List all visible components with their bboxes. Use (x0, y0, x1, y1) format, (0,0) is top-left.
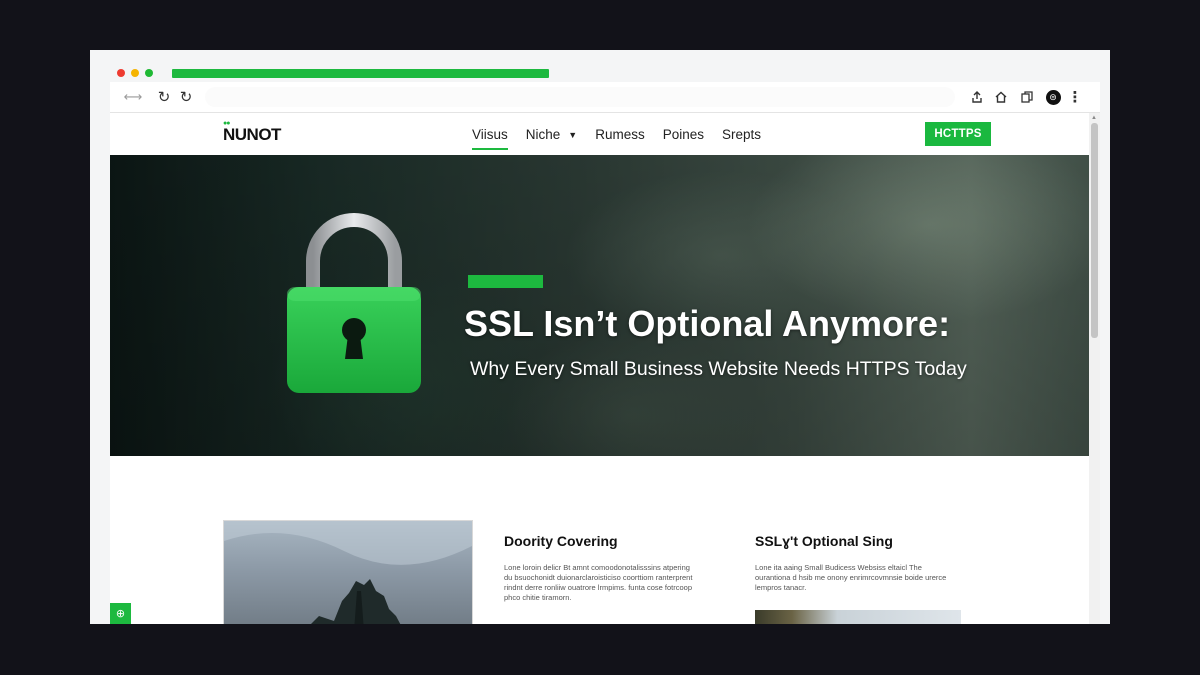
chevron-down-icon: ▼ (568, 129, 578, 140)
page-viewport: ●● NUNOT Viisus Niche ▼ Rumess Poines Sre… (110, 113, 1100, 624)
maximize-window-button[interactable] (145, 69, 153, 77)
share-icon[interactable] (968, 87, 986, 107)
minimize-window-button[interactable] (131, 69, 139, 77)
nav-item-niche[interactable]: Niche ▼ (526, 127, 577, 142)
menu-icon[interactable]: ⋮ (1068, 87, 1083, 107)
site-logo-text: NUNOT (223, 125, 281, 144)
browser-window: ⟷ ↻ ↻ ⊜ ⋮ ●● NUNOT Viisus Niche ▼ Rumess … (90, 50, 1110, 624)
card-title[interactable]: Doority Covering (504, 533, 618, 549)
chat-icon: ⊕ (115, 608, 126, 620)
scroll-up-icon[interactable]: ▲ (1091, 115, 1097, 121)
article-image[interactable] (223, 520, 473, 624)
padlock-icon (287, 213, 421, 393)
close-window-button[interactable] (117, 69, 125, 77)
reload-icon[interactable]: ↻ (178, 87, 194, 107)
card-text: Lone ita aaing Small Budicess Websiss el… (755, 563, 947, 592)
hero-accent-bar (468, 275, 543, 288)
address-bar[interactable] (205, 87, 955, 107)
site-logo[interactable]: ●● NUNOT (223, 120, 281, 145)
site-header: ●● NUNOT Viisus Niche ▼ Rumess Poines Sre… (110, 113, 1089, 155)
browser-toolbar: ⟷ ↻ ↻ ⊜ ⋮ (110, 82, 1100, 113)
logo-mark-icon: ●● (223, 120, 231, 127)
home-icon[interactable] (992, 87, 1010, 107)
nav-item-rumess[interactable]: Rumess (595, 127, 645, 142)
tree-photo (224, 521, 472, 624)
reload-icon[interactable]: ↻ (156, 87, 172, 107)
nav-item-poines[interactable]: Poines (663, 127, 704, 142)
profile-icon[interactable]: ⊜ (1044, 87, 1062, 107)
nav-item-srepts[interactable]: Srepts (722, 127, 761, 142)
nav-item-label: Niche (525, 126, 561, 142)
page-load-progress-bar (172, 69, 549, 78)
copy-icon[interactable] (1018, 87, 1036, 107)
card-text: Lone loroin delicr Bt amnt comoodonotali… (504, 563, 693, 602)
scrollbar[interactable]: ▲ (1089, 113, 1100, 624)
https-cta-button[interactable]: HCTTPS (925, 122, 991, 146)
site-nav: Viisus Niche ▼ Rumess Poines Srepts (472, 113, 761, 155)
scrollbar-thumb[interactable] (1091, 123, 1098, 338)
card-title[interactable]: SSLɣ't Optional Sing (755, 533, 893, 549)
back-forward-arrows-icon[interactable]: ⟷ (119, 87, 147, 107)
tab-bar (90, 50, 1110, 82)
chat-widget-button[interactable]: ⊕ (110, 603, 131, 624)
hero-subtitle: Why Every Small Business Website Needs H… (470, 358, 967, 380)
hero-title: SSL Isn’t Optional Anymore: (464, 303, 951, 344)
nav-item-viisus[interactable]: Viisus (472, 127, 508, 150)
hero-banner: SSL Isn’t Optional Anymore: Why Every Sm… (110, 155, 1089, 456)
article-thumbnail[interactable] (755, 610, 961, 624)
